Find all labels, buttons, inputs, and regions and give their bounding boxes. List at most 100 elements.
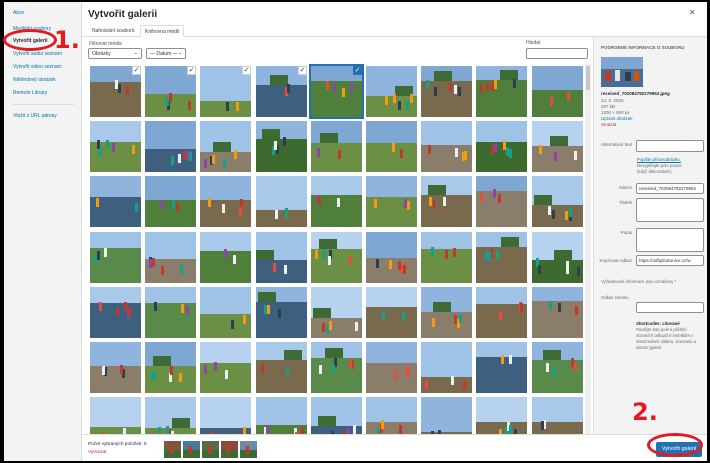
sidebar-item-video-playlist[interactable]: Vytvořit video seznam	[13, 64, 62, 70]
sidebar-item-remote-library[interactable]: Remote Library	[13, 90, 47, 96]
grid-scrollbar[interactable]	[585, 64, 591, 439]
media-thumbnail[interactable]	[311, 232, 362, 283]
media-thumbnail[interactable]	[366, 66, 417, 117]
media-thumbnail[interactable]	[256, 176, 307, 227]
media-thumbnail[interactable]	[90, 176, 141, 227]
media-type-select[interactable]: Obrázky ⌄	[88, 48, 142, 59]
media-thumbnail[interactable]	[532, 121, 583, 172]
media-thumbnail[interactable]	[311, 397, 362, 439]
media-thumbnail[interactable]	[200, 232, 251, 283]
media-thumbnail[interactable]	[145, 176, 196, 227]
check-icon[interactable]: ✓	[187, 66, 196, 75]
media-thumbnail[interactable]	[256, 232, 307, 283]
media-thumbnail[interactable]	[421, 287, 472, 338]
media-thumbnail[interactable]	[90, 342, 141, 393]
media-thumbnail[interactable]: ✓	[144, 65, 197, 118]
thumbnail-image	[200, 397, 251, 439]
media-thumbnail[interactable]	[256, 342, 307, 393]
media-thumbnail[interactable]	[421, 66, 472, 117]
media-thumbnail[interactable]	[145, 232, 196, 283]
url-input[interactable]: https://odhplrukonice.cz/w	[636, 255, 704, 266]
media-thumbnail[interactable]	[90, 232, 141, 283]
close-icon[interactable]: ✕	[689, 8, 696, 17]
clear-selection-link[interactable]: Vymazat	[88, 450, 106, 455]
title-input[interactable]: received_702084792279952	[636, 183, 704, 194]
check-icon[interactable]: ✓	[132, 66, 141, 75]
media-thumbnail[interactable]	[532, 287, 583, 338]
media-thumbnail[interactable]	[532, 232, 583, 283]
selection-thumbnail[interactable]	[164, 441, 181, 458]
date-select[interactable]: — Datum — ⌄	[146, 48, 186, 59]
alt-text-input[interactable]	[636, 140, 704, 152]
media-thumbnail[interactable]	[145, 342, 196, 393]
sidebar-item-insert-url[interactable]: Vložit z URL adresy	[13, 113, 57, 119]
media-thumbnail[interactable]	[311, 342, 362, 393]
media-thumbnail[interactable]	[476, 397, 527, 439]
source-link-input[interactable]	[636, 302, 704, 313]
media-thumbnail[interactable]	[421, 121, 472, 172]
sidebar-item-featured-image[interactable]: Náhledový obrázek	[13, 77, 56, 83]
check-icon[interactable]: ✓	[242, 66, 251, 75]
media-thumbnail[interactable]	[145, 121, 196, 172]
tab-upload-files[interactable]: Nahrávání souborů	[88, 25, 139, 37]
media-thumbnail[interactable]	[476, 342, 527, 393]
media-thumbnail[interactable]	[476, 287, 527, 338]
media-thumbnail[interactable]	[366, 287, 417, 338]
media-thumbnail[interactable]	[366, 176, 417, 227]
media-thumbnail[interactable]	[421, 232, 472, 283]
scrollbar-thumb[interactable]	[586, 66, 590, 90]
media-thumbnail[interactable]	[532, 176, 583, 227]
media-thumbnail[interactable]: ✓	[89, 65, 142, 118]
delete-link[interactable]: Smazat	[601, 122, 616, 127]
media-thumbnail[interactable]	[366, 342, 417, 393]
media-thumbnail[interactable]	[476, 66, 527, 117]
media-thumbnail[interactable]	[311, 121, 362, 172]
media-thumbnail[interactable]	[366, 397, 417, 439]
media-thumbnail[interactable]	[145, 397, 196, 439]
media-thumbnail[interactable]	[200, 342, 251, 393]
selection-thumbnail[interactable]	[202, 441, 219, 458]
media-thumbnail[interactable]	[476, 121, 527, 172]
media-thumbnail[interactable]	[256, 397, 307, 439]
check-icon[interactable]: ✓	[353, 66, 362, 75]
check-icon[interactable]: ✓	[298, 66, 307, 75]
search-input[interactable]	[526, 48, 588, 59]
media-thumbnail[interactable]: ✓	[255, 65, 308, 118]
media-thumbnail[interactable]	[90, 121, 141, 172]
media-thumbnail[interactable]	[421, 397, 472, 439]
shortcode-text-2: vlastních odkazů k snímkům v	[636, 333, 694, 338]
media-thumbnail[interactable]	[145, 287, 196, 338]
media-thumbnail[interactable]	[200, 176, 251, 227]
media-thumbnail[interactable]	[421, 342, 472, 393]
media-thumbnail[interactable]: ✓	[199, 65, 252, 118]
media-thumbnail[interactable]	[311, 176, 362, 227]
media-thumbnail[interactable]	[366, 121, 417, 172]
media-thumbnail[interactable]	[532, 342, 583, 393]
media-thumbnail[interactable]	[90, 287, 141, 338]
selection-thumbnail[interactable]	[183, 441, 200, 458]
edit-image-link[interactable]: Upravit obrázek	[601, 116, 633, 121]
tab-media-library[interactable]: Knihovna médií	[140, 25, 185, 37]
media-thumbnail[interactable]	[256, 121, 307, 172]
description-textarea[interactable]	[636, 228, 704, 252]
media-thumbnail[interactable]	[200, 397, 251, 439]
media-thumbnail[interactable]	[532, 397, 583, 439]
thumbnail-image	[366, 66, 417, 117]
media-thumbnail[interactable]	[200, 287, 251, 338]
selection-thumbnail[interactable]	[221, 441, 238, 458]
media-thumbnail[interactable]	[476, 232, 527, 283]
media-thumbnail[interactable]	[476, 176, 527, 227]
media-thumbnail[interactable]: ✓	[309, 64, 364, 119]
media-thumbnail[interactable]	[366, 232, 417, 283]
selection-thumbnail[interactable]	[240, 441, 257, 458]
media-thumbnail[interactable]	[311, 287, 362, 338]
thumbnail-image	[90, 397, 141, 439]
media-thumbnail[interactable]	[256, 287, 307, 338]
media-thumbnail[interactable]	[421, 176, 472, 227]
media-thumbnail[interactable]	[532, 66, 583, 117]
alt-help-link[interactable]: Popište přínosobrázku.	[637, 157, 681, 162]
media-thumbnail[interactable]	[200, 121, 251, 172]
media-thumbnail[interactable]	[90, 397, 141, 439]
caption-textarea[interactable]	[636, 198, 704, 222]
details-filesize: 297 kB	[601, 104, 616, 109]
